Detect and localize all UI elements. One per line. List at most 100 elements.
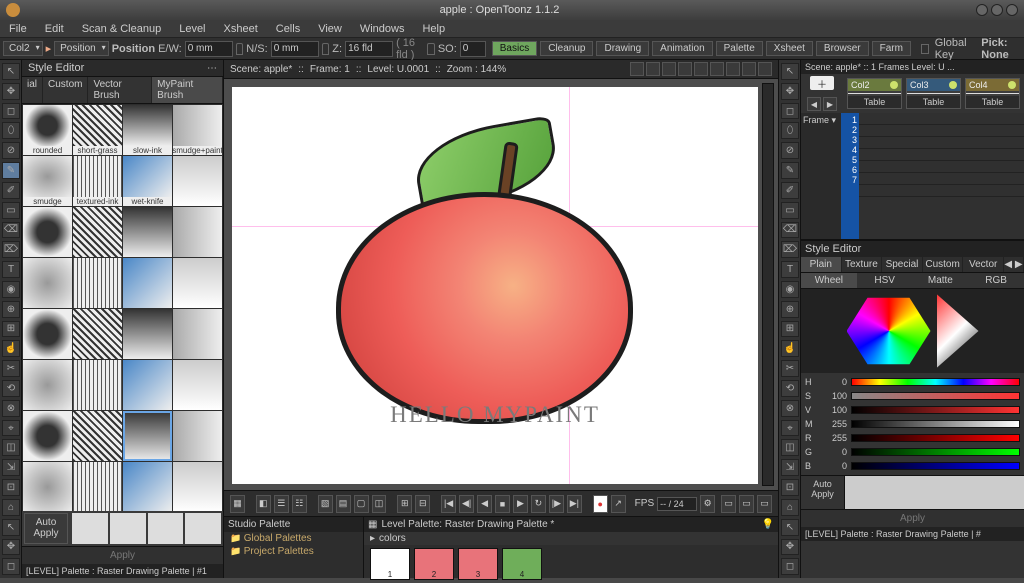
frame-numbers[interactable]: 1234567 xyxy=(841,113,859,239)
tool-button[interactable]: ⬯ xyxy=(2,122,20,139)
tool-button[interactable]: ⌂ xyxy=(2,499,20,516)
canvas-area[interactable]: ✳ HELLO MYPAINT xyxy=(224,79,778,490)
toolbar-icon[interactable]: ⊞ xyxy=(397,495,412,513)
color-mode-tab[interactable]: Wheel xyxy=(801,273,857,288)
brush-preset[interactable]: short-grass xyxy=(73,105,122,155)
tool-button[interactable]: ✥ xyxy=(781,539,799,556)
tool-button[interactable]: ↖ xyxy=(2,63,20,80)
so-input[interactable] xyxy=(460,41,486,57)
brush-preset[interactable] xyxy=(73,207,122,257)
brush-preset[interactable]: smudge+paint xyxy=(173,105,222,155)
tool-button[interactable]: ⌖ xyxy=(781,420,799,437)
brush-tab[interactable]: ial xyxy=(22,77,43,103)
color-mode-tab[interactable]: RGB xyxy=(968,273,1024,288)
view-mode-icon[interactable]: ▦ xyxy=(230,495,245,513)
tool-button[interactable]: ⊡ xyxy=(2,479,20,496)
xsheet-column[interactable]: Col3Table xyxy=(906,78,961,109)
tool-button[interactable]: ⊞ xyxy=(781,321,799,338)
brush-preset[interactable]: rounded xyxy=(23,105,72,155)
ns-input[interactable] xyxy=(271,41,319,57)
toolbar-icon[interactable]: ⊟ xyxy=(415,495,430,513)
xsheet-column[interactable]: Col2Table xyxy=(847,78,902,109)
palette-tree-icon[interactable]: ▸ xyxy=(370,533,375,544)
brush-preset[interactable] xyxy=(173,156,222,206)
tool-button[interactable]: ◻ xyxy=(2,103,20,120)
brush-preset[interactable] xyxy=(123,258,172,308)
toolbar-icon[interactable]: ◧ xyxy=(256,495,271,513)
viewer-icon[interactable] xyxy=(726,62,740,76)
tool-button[interactable]: ◻ xyxy=(781,558,799,575)
style-tab[interactable]: Custom xyxy=(923,257,964,272)
tool-button[interactable]: ⊕ xyxy=(2,301,20,318)
viewer-icon[interactable] xyxy=(662,62,676,76)
slider-track[interactable] xyxy=(851,392,1020,400)
brush-preset[interactable] xyxy=(73,462,122,511)
tool-button[interactable]: ⊞ xyxy=(2,321,20,338)
menu-cells[interactable]: Cells xyxy=(267,23,309,35)
brush-preset[interactable] xyxy=(123,360,172,410)
loop-button[interactable]: ↻ xyxy=(531,495,546,513)
toolbar-icon[interactable]: ☷ xyxy=(292,495,307,513)
color-mode-tab[interactable]: HSV xyxy=(857,273,913,288)
room-tab-basics[interactable]: Basics xyxy=(492,41,537,56)
tool-button[interactable]: ☝ xyxy=(2,340,20,357)
fps-input[interactable] xyxy=(657,497,697,511)
viewer-icon[interactable] xyxy=(630,62,644,76)
menu-xsheet[interactable]: Xsheet xyxy=(215,23,267,35)
toolbar-icon[interactable]: ▭ xyxy=(739,495,754,513)
ew-input[interactable] xyxy=(185,41,233,57)
toolbar-icon[interactable]: ⚙ xyxy=(700,495,715,513)
slider-track[interactable] xyxy=(851,420,1020,428)
brush-preset[interactable] xyxy=(23,411,72,461)
tool-button[interactable]: ⌂ xyxy=(781,499,799,516)
slider-track[interactable] xyxy=(851,434,1020,442)
first-frame-button[interactable]: |◀ xyxy=(441,495,456,513)
tool-button[interactable]: ✂ xyxy=(781,360,799,377)
tool-button[interactable]: ◉ xyxy=(2,281,20,298)
viewer-icon[interactable] xyxy=(742,62,756,76)
tool-button[interactable]: ⊘ xyxy=(2,142,20,159)
color-swatch[interactable]: 2 xyxy=(414,548,454,580)
position-mode[interactable]: Position xyxy=(54,41,109,56)
toolbar-icon[interactable]: ▧ xyxy=(318,495,333,513)
room-tab-browser[interactable]: Browser xyxy=(816,41,869,56)
viewer-icon[interactable] xyxy=(758,62,772,76)
menu-view[interactable]: View xyxy=(309,23,351,35)
brush-preset[interactable] xyxy=(73,411,122,461)
last-frame-button[interactable]: ▶| xyxy=(567,495,582,513)
brush-preset[interactable] xyxy=(123,411,172,461)
nav-left-button[interactable]: ◀ xyxy=(807,97,821,111)
viewer-icon[interactable] xyxy=(646,62,660,76)
menu-edit[interactable]: Edit xyxy=(36,23,73,35)
slider-track[interactable] xyxy=(851,448,1020,456)
brush-preset[interactable] xyxy=(23,207,72,257)
tool-button[interactable]: ✐ xyxy=(2,182,20,199)
tab-scroll[interactable]: ◀ ▶ xyxy=(1004,257,1024,272)
tool-button[interactable]: ☝ xyxy=(781,340,799,357)
maximize-button[interactable] xyxy=(991,4,1003,16)
tool-button[interactable]: ↖ xyxy=(781,63,799,80)
brush-preset[interactable]: smudge xyxy=(23,156,72,206)
play-button[interactable]: ▶ xyxy=(513,495,528,513)
brush-tab[interactable]: Vector Brush xyxy=(88,77,152,103)
palette-folder[interactable]: Project Palettes xyxy=(224,545,363,558)
tool-button[interactable]: ▭ xyxy=(2,202,20,219)
next-frame-button[interactable]: |▶ xyxy=(549,495,564,513)
style-tab[interactable]: Special xyxy=(882,257,923,272)
slider-track[interactable] xyxy=(851,406,1020,414)
tool-button[interactable]: ⊘ xyxy=(781,142,799,159)
bulb-icon[interactable]: 💡 xyxy=(762,519,774,530)
nav-right-button[interactable]: ▶ xyxy=(823,97,837,111)
add-column-button[interactable]: ＋ xyxy=(810,76,834,90)
brush-preset[interactable]: wet-knife xyxy=(123,156,172,206)
canvas[interactable]: ✳ HELLO MYPAINT xyxy=(232,87,758,484)
toolbar-icon[interactable]: ▢ xyxy=(354,495,369,513)
tool-button[interactable]: ⌦ xyxy=(781,241,799,258)
brush-preset[interactable] xyxy=(123,207,172,257)
toolbar-icon[interactable]: ▤ xyxy=(336,495,351,513)
brush-preset[interactable] xyxy=(123,309,172,359)
color-mode-tab[interactable]: Matte xyxy=(913,273,969,288)
color-swatch[interactable]: 1 xyxy=(370,548,410,580)
tool-button[interactable]: ▭ xyxy=(781,202,799,219)
tool-button[interactable]: ◫ xyxy=(781,439,799,456)
